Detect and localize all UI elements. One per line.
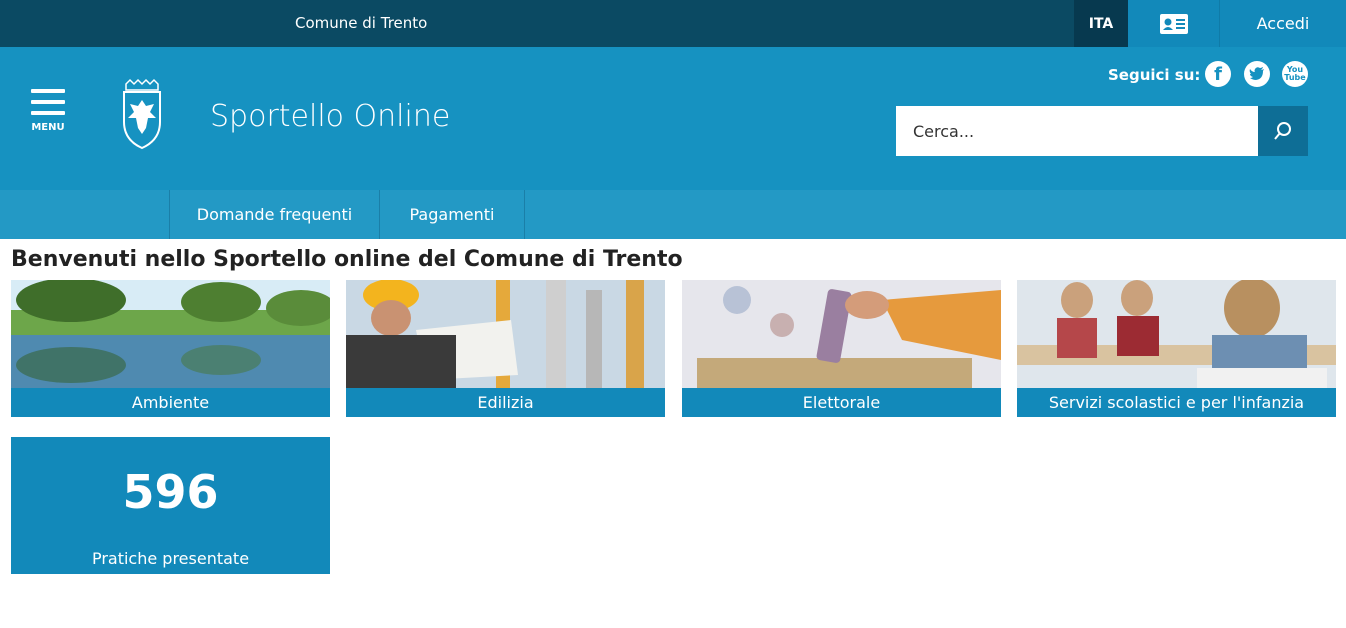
scuola-image [1017, 280, 1336, 388]
org-name[interactable]: Comune di Trento [295, 14, 427, 32]
follow-label: Seguici su: [1108, 66, 1201, 84]
facebook-icon[interactable]: f [1205, 61, 1231, 87]
login-button[interactable]: Accedi [1219, 0, 1346, 47]
tile-edilizia[interactable]: Edilizia [346, 280, 665, 417]
hamburger-icon [31, 89, 65, 93]
menu-label: MENU [31, 122, 65, 133]
tile-label: Edilizia [346, 388, 665, 417]
stat-label: Pratiche presentate [91, 549, 250, 568]
search-input[interactable] [896, 106, 1258, 156]
id-card-icon [1159, 13, 1188, 34]
menu-button[interactable]: MENU [28, 89, 68, 133]
elettorale-image [682, 280, 1001, 388]
tile-label: Elettorale [682, 388, 1001, 417]
stat-box: 596 Pratiche presentate [11, 437, 330, 574]
stat-value: 596 [122, 465, 219, 519]
search-button[interactable] [1258, 106, 1308, 156]
ambiente-image [11, 280, 330, 388]
search-icon [1274, 122, 1291, 140]
tile-ambiente[interactable]: Ambiente [11, 280, 330, 417]
main-nav: Domande frequenti Pagamenti [0, 190, 1346, 239]
top-bar: Comune di Trento ITA Accedi [0, 0, 1346, 47]
edilizia-image [346, 280, 665, 388]
twitter-icon[interactable] [1244, 61, 1270, 87]
tile-servizi-scolastici[interactable]: Servizi scolastici e per l'infanzia [1017, 280, 1336, 417]
nav-item-faq[interactable]: Domande frequenti [170, 190, 380, 239]
city-crest-logo[interactable] [118, 78, 166, 150]
tile-label: Servizi scolastici e per l'infanzia [1017, 388, 1336, 417]
nav-item-payments[interactable]: Pagamenti [380, 190, 525, 239]
page-title: Benvenuti nello Sportello online del Com… [11, 247, 683, 272]
tile-elettorale[interactable]: Elettorale [682, 280, 1001, 417]
tile-label: Ambiente [11, 388, 330, 417]
youtube-icon[interactable]: You Tube [1282, 61, 1308, 87]
site-header: MENU Sportello Online Seguici su: f You T… [0, 47, 1346, 190]
id-card-button[interactable] [1128, 0, 1219, 47]
site-title[interactable]: Sportello Online [210, 99, 450, 134]
language-selector[interactable]: ITA [1074, 0, 1128, 47]
